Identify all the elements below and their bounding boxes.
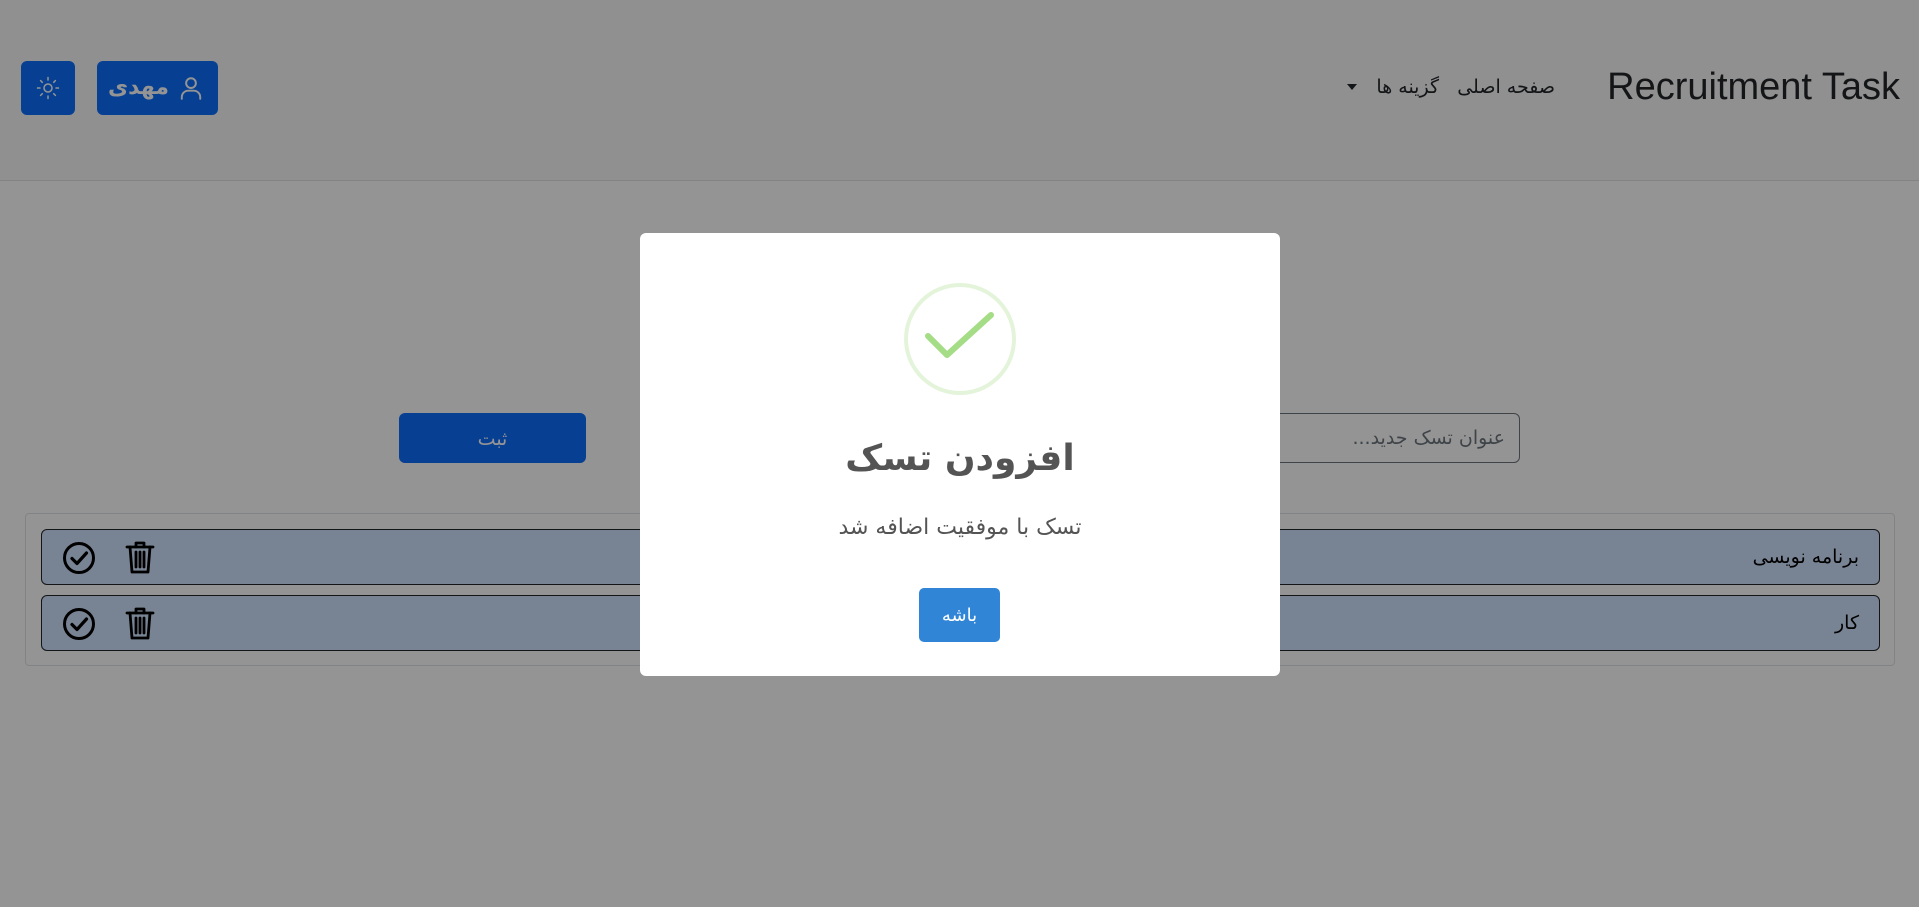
modal-title: افزودن تسک — [845, 438, 1075, 479]
modal-message: تسک با موفقیت اضافه شد — [838, 515, 1082, 540]
success-modal: افزودن تسک تسک با موفقیت اضافه شد باشه — [640, 233, 1280, 676]
confirm-button[interactable]: باشه — [919, 588, 1000, 642]
success-check-icon — [925, 312, 994, 358]
